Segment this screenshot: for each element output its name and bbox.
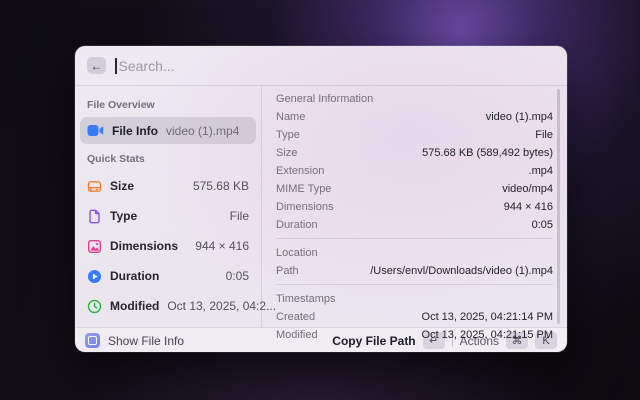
detail-label: Created — [276, 311, 315, 323]
footer-context-label: Show File Info — [108, 334, 184, 348]
video-camera-icon — [87, 124, 104, 137]
sidebar-item-modified[interactable]: Modified Oct 13, 2025, 04:2... — [80, 291, 256, 321]
detail-label: Name — [276, 111, 305, 123]
detail-value: /Users/envl/Downloads/video (1).mp4 — [370, 265, 553, 277]
stat-value: 575.68 KB — [193, 179, 249, 193]
stat-value: 944 × 416 — [195, 239, 249, 253]
stat-value: Oct 13, 2025, 04:2... — [167, 299, 276, 313]
stat-label: Size — [110, 179, 134, 193]
detail-row-created: Created Oct 13, 2025, 04:21:14 PM — [276, 308, 553, 326]
detail-value: 575.68 KB (589,492 bytes) — [422, 147, 553, 159]
stat-label: Duration — [110, 269, 159, 283]
detail-section-header: General Information — [276, 89, 553, 108]
detail-label: Dimensions — [276, 201, 333, 213]
image-icon — [87, 239, 102, 254]
sidebar-item-dimensions[interactable]: Dimensions 944 × 416 — [80, 231, 256, 261]
detail-label: Duration — [276, 219, 318, 231]
stat-value: File — [230, 209, 249, 223]
divider — [276, 238, 553, 239]
sidebar-item-size[interactable]: Size 575.68 KB — [80, 171, 256, 201]
sidebar-item-filename: video (1).mp4 — [166, 124, 239, 138]
detail-row-name: Name video (1).mp4 — [276, 108, 553, 126]
detail-label: Extension — [276, 165, 324, 177]
sidebar-item-file-info[interactable]: File Info video (1).mp4 — [80, 117, 256, 144]
detail-panel: General Information Name video (1).mp4 T… — [262, 86, 567, 327]
detail-label: Path — [276, 265, 299, 277]
sidebar-item-duration[interactable]: Duration 0:05 — [80, 261, 256, 291]
search-bar: ← Search... — [75, 46, 567, 86]
detail-row-type: Type File — [276, 126, 553, 144]
divider — [276, 284, 553, 285]
detail-row-mime-type: MIME Type video/mp4 — [276, 180, 553, 198]
back-arrow-icon: ← — [91, 59, 103, 73]
detail-row-size: Size 575.68 KB (589,492 bytes) — [276, 144, 553, 162]
sidebar: File Overview File Info video (1).mp4 Qu… — [75, 86, 262, 327]
drive-icon — [87, 179, 102, 194]
detail-label: Modified — [276, 329, 318, 341]
extension-app-icon — [85, 333, 100, 348]
clock-icon — [87, 299, 102, 314]
detail-value: .mp4 — [529, 165, 553, 177]
detail-section-header: Timestamps — [276, 289, 553, 308]
detail-value: File — [535, 129, 553, 141]
play-circle-icon — [87, 269, 102, 284]
stat-label: Type — [110, 209, 137, 223]
detail-label: Size — [276, 147, 297, 159]
detail-value: video/mp4 — [502, 183, 553, 195]
scrollbar[interactable] — [557, 89, 560, 324]
detail-row-path: Path /Users/envl/Downloads/video (1).mp4 — [276, 262, 553, 280]
detail-row-duration: Duration 0:05 — [276, 216, 553, 234]
detail-row-dimensions: Dimensions 944 × 416 — [276, 198, 553, 216]
detail-label: Type — [276, 129, 300, 141]
detail-value: Oct 13, 2025, 04:21:14 PM — [422, 311, 553, 323]
file-info-window: ← Search... File Overview File Info vide… — [75, 46, 567, 352]
detail-row-extension: Extension .mp4 — [276, 162, 553, 180]
detail-label: MIME Type — [276, 183, 331, 195]
detail-row-modified: Modified Oct 13, 2025, 04:21:15 PM — [276, 326, 553, 344]
sidebar-item-label: File Info — [112, 124, 158, 138]
detail-value: video (1).mp4 — [486, 111, 553, 123]
stat-value: 0:05 — [226, 269, 249, 283]
detail-value: 944 × 416 — [504, 201, 553, 213]
detail-value: 0:05 — [532, 219, 553, 231]
stat-label: Dimensions — [110, 239, 178, 253]
section-header-quick-stats: Quick Stats — [87, 153, 249, 165]
document-icon — [87, 209, 102, 224]
text-caret — [115, 58, 117, 74]
stat-label: Modified — [110, 299, 159, 313]
back-button[interactable]: ← — [87, 57, 106, 74]
section-header-file-overview: File Overview — [87, 99, 249, 111]
detail-value: Oct 13, 2025, 04:21:15 PM — [422, 329, 553, 341]
search-input[interactable]: Search... — [115, 58, 555, 74]
search-placeholder: Search... — [119, 58, 175, 74]
main-content: File Overview File Info video (1).mp4 Qu… — [75, 86, 567, 327]
sidebar-item-type[interactable]: Type File — [80, 201, 256, 231]
detail-section-header: Location — [276, 243, 553, 262]
